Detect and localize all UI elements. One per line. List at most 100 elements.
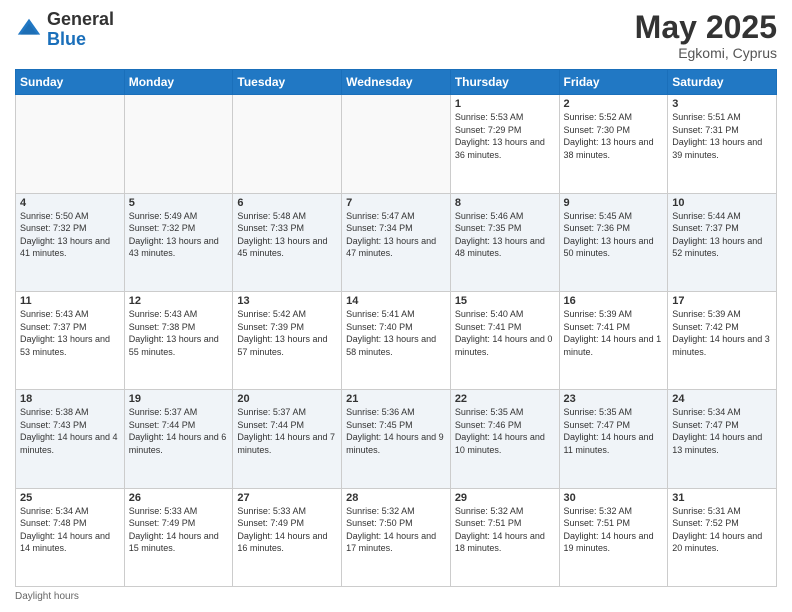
calendar-header-row: SundayMondayTuesdayWednesdayThursdayFrid…	[16, 70, 777, 95]
day-info: Sunrise: 5:41 AMSunset: 7:40 PMDaylight:…	[346, 308, 446, 358]
calendar-day: 31Sunrise: 5:31 AMSunset: 7:52 PMDayligh…	[668, 488, 777, 586]
calendar-day: 8Sunrise: 5:46 AMSunset: 7:35 PMDaylight…	[450, 193, 559, 291]
day-info: Sunrise: 5:42 AMSunset: 7:39 PMDaylight:…	[237, 308, 337, 358]
day-info: Sunrise: 5:34 AMSunset: 7:47 PMDaylight:…	[672, 406, 772, 456]
calendar-day: 21Sunrise: 5:36 AMSunset: 7:45 PMDayligh…	[342, 390, 451, 488]
day-info: Sunrise: 5:32 AMSunset: 7:51 PMDaylight:…	[564, 505, 664, 555]
calendar-day: 2Sunrise: 5:52 AMSunset: 7:30 PMDaylight…	[559, 95, 668, 193]
calendar-day: 29Sunrise: 5:32 AMSunset: 7:51 PMDayligh…	[450, 488, 559, 586]
logo-text: General Blue	[47, 10, 114, 50]
calendar-header-sunday: Sunday	[16, 70, 125, 95]
day-number: 1	[455, 98, 555, 110]
calendar-header-saturday: Saturday	[668, 70, 777, 95]
day-number: 27	[237, 492, 337, 504]
calendar-day: 4Sunrise: 5:50 AMSunset: 7:32 PMDaylight…	[16, 193, 125, 291]
day-number: 25	[20, 492, 120, 504]
day-number: 21	[346, 393, 446, 405]
day-number: 10	[672, 197, 772, 209]
day-number: 23	[564, 393, 664, 405]
day-info: Sunrise: 5:44 AMSunset: 7:37 PMDaylight:…	[672, 210, 772, 260]
day-info: Sunrise: 5:50 AMSunset: 7:32 PMDaylight:…	[20, 210, 120, 260]
day-number: 24	[672, 393, 772, 405]
day-number: 6	[237, 197, 337, 209]
day-number: 12	[129, 295, 229, 307]
day-number: 17	[672, 295, 772, 307]
calendar-header-tuesday: Tuesday	[233, 70, 342, 95]
calendar-day: 27Sunrise: 5:33 AMSunset: 7:49 PMDayligh…	[233, 488, 342, 586]
day-number: 3	[672, 98, 772, 110]
calendar-header-monday: Monday	[124, 70, 233, 95]
day-info: Sunrise: 5:34 AMSunset: 7:48 PMDaylight:…	[20, 505, 120, 555]
logo: General Blue	[15, 10, 114, 50]
calendar-day: 9Sunrise: 5:45 AMSunset: 7:36 PMDaylight…	[559, 193, 668, 291]
calendar-day: 7Sunrise: 5:47 AMSunset: 7:34 PMDaylight…	[342, 193, 451, 291]
day-info: Sunrise: 5:32 AMSunset: 7:51 PMDaylight:…	[455, 505, 555, 555]
day-info: Sunrise: 5:35 AMSunset: 7:47 PMDaylight:…	[564, 406, 664, 456]
calendar-day: 19Sunrise: 5:37 AMSunset: 7:44 PMDayligh…	[124, 390, 233, 488]
calendar-day	[233, 95, 342, 193]
calendar-table: SundayMondayTuesdayWednesdayThursdayFrid…	[15, 69, 777, 587]
day-number: 4	[20, 197, 120, 209]
calendar-day: 16Sunrise: 5:39 AMSunset: 7:41 PMDayligh…	[559, 291, 668, 389]
day-number: 31	[672, 492, 772, 504]
calendar-week-row: 18Sunrise: 5:38 AMSunset: 7:43 PMDayligh…	[16, 390, 777, 488]
calendar-day: 25Sunrise: 5:34 AMSunset: 7:48 PMDayligh…	[16, 488, 125, 586]
day-info: Sunrise: 5:52 AMSunset: 7:30 PMDaylight:…	[564, 111, 664, 161]
calendar-week-row: 11Sunrise: 5:43 AMSunset: 7:37 PMDayligh…	[16, 291, 777, 389]
calendar-day: 14Sunrise: 5:41 AMSunset: 7:40 PMDayligh…	[342, 291, 451, 389]
day-info: Sunrise: 5:36 AMSunset: 7:45 PMDaylight:…	[346, 406, 446, 456]
day-info: Sunrise: 5:32 AMSunset: 7:50 PMDaylight:…	[346, 505, 446, 555]
logo-icon	[15, 16, 43, 44]
calendar-header-wednesday: Wednesday	[342, 70, 451, 95]
day-info: Sunrise: 5:53 AMSunset: 7:29 PMDaylight:…	[455, 111, 555, 161]
day-info: Sunrise: 5:47 AMSunset: 7:34 PMDaylight:…	[346, 210, 446, 260]
day-number: 9	[564, 197, 664, 209]
calendar-week-row: 4Sunrise: 5:50 AMSunset: 7:32 PMDaylight…	[16, 193, 777, 291]
day-info: Sunrise: 5:35 AMSunset: 7:46 PMDaylight:…	[455, 406, 555, 456]
day-info: Sunrise: 5:33 AMSunset: 7:49 PMDaylight:…	[237, 505, 337, 555]
calendar-day: 13Sunrise: 5:42 AMSunset: 7:39 PMDayligh…	[233, 291, 342, 389]
day-number: 26	[129, 492, 229, 504]
day-number: 16	[564, 295, 664, 307]
calendar-week-row: 1Sunrise: 5:53 AMSunset: 7:29 PMDaylight…	[16, 95, 777, 193]
calendar-day: 5Sunrise: 5:49 AMSunset: 7:32 PMDaylight…	[124, 193, 233, 291]
calendar-day: 26Sunrise: 5:33 AMSunset: 7:49 PMDayligh…	[124, 488, 233, 586]
day-number: 22	[455, 393, 555, 405]
day-number: 30	[564, 492, 664, 504]
calendar-day: 20Sunrise: 5:37 AMSunset: 7:44 PMDayligh…	[233, 390, 342, 488]
calendar-day: 22Sunrise: 5:35 AMSunset: 7:46 PMDayligh…	[450, 390, 559, 488]
day-info: Sunrise: 5:51 AMSunset: 7:31 PMDaylight:…	[672, 111, 772, 161]
footer-note: Daylight hours	[15, 591, 777, 602]
calendar-day: 23Sunrise: 5:35 AMSunset: 7:47 PMDayligh…	[559, 390, 668, 488]
day-info: Sunrise: 5:37 AMSunset: 7:44 PMDaylight:…	[129, 406, 229, 456]
daylight-label: Daylight hours	[15, 591, 79, 602]
day-number: 5	[129, 197, 229, 209]
day-number: 28	[346, 492, 446, 504]
day-number: 11	[20, 295, 120, 307]
logo-general: General	[47, 9, 114, 29]
day-number: 29	[455, 492, 555, 504]
day-info: Sunrise: 5:43 AMSunset: 7:37 PMDaylight:…	[20, 308, 120, 358]
day-info: Sunrise: 5:48 AMSunset: 7:33 PMDaylight:…	[237, 210, 337, 260]
day-info: Sunrise: 5:45 AMSunset: 7:36 PMDaylight:…	[564, 210, 664, 260]
calendar-day: 11Sunrise: 5:43 AMSunset: 7:37 PMDayligh…	[16, 291, 125, 389]
day-number: 13	[237, 295, 337, 307]
day-info: Sunrise: 5:46 AMSunset: 7:35 PMDaylight:…	[455, 210, 555, 260]
day-info: Sunrise: 5:39 AMSunset: 7:41 PMDaylight:…	[564, 308, 664, 358]
calendar-day: 12Sunrise: 5:43 AMSunset: 7:38 PMDayligh…	[124, 291, 233, 389]
header: General Blue May 2025 Egkomi, Cyprus	[15, 10, 777, 61]
day-number: 20	[237, 393, 337, 405]
day-info: Sunrise: 5:31 AMSunset: 7:52 PMDaylight:…	[672, 505, 772, 555]
month-year: May 2025	[635, 10, 777, 45]
day-info: Sunrise: 5:38 AMSunset: 7:43 PMDaylight:…	[20, 406, 120, 456]
logo-blue: Blue	[47, 29, 86, 49]
day-info: Sunrise: 5:40 AMSunset: 7:41 PMDaylight:…	[455, 308, 555, 358]
calendar-day: 10Sunrise: 5:44 AMSunset: 7:37 PMDayligh…	[668, 193, 777, 291]
day-info: Sunrise: 5:37 AMSunset: 7:44 PMDaylight:…	[237, 406, 337, 456]
day-info: Sunrise: 5:39 AMSunset: 7:42 PMDaylight:…	[672, 308, 772, 358]
calendar-day: 28Sunrise: 5:32 AMSunset: 7:50 PMDayligh…	[342, 488, 451, 586]
calendar-day: 6Sunrise: 5:48 AMSunset: 7:33 PMDaylight…	[233, 193, 342, 291]
day-number: 7	[346, 197, 446, 209]
day-info: Sunrise: 5:33 AMSunset: 7:49 PMDaylight:…	[129, 505, 229, 555]
calendar-header-friday: Friday	[559, 70, 668, 95]
